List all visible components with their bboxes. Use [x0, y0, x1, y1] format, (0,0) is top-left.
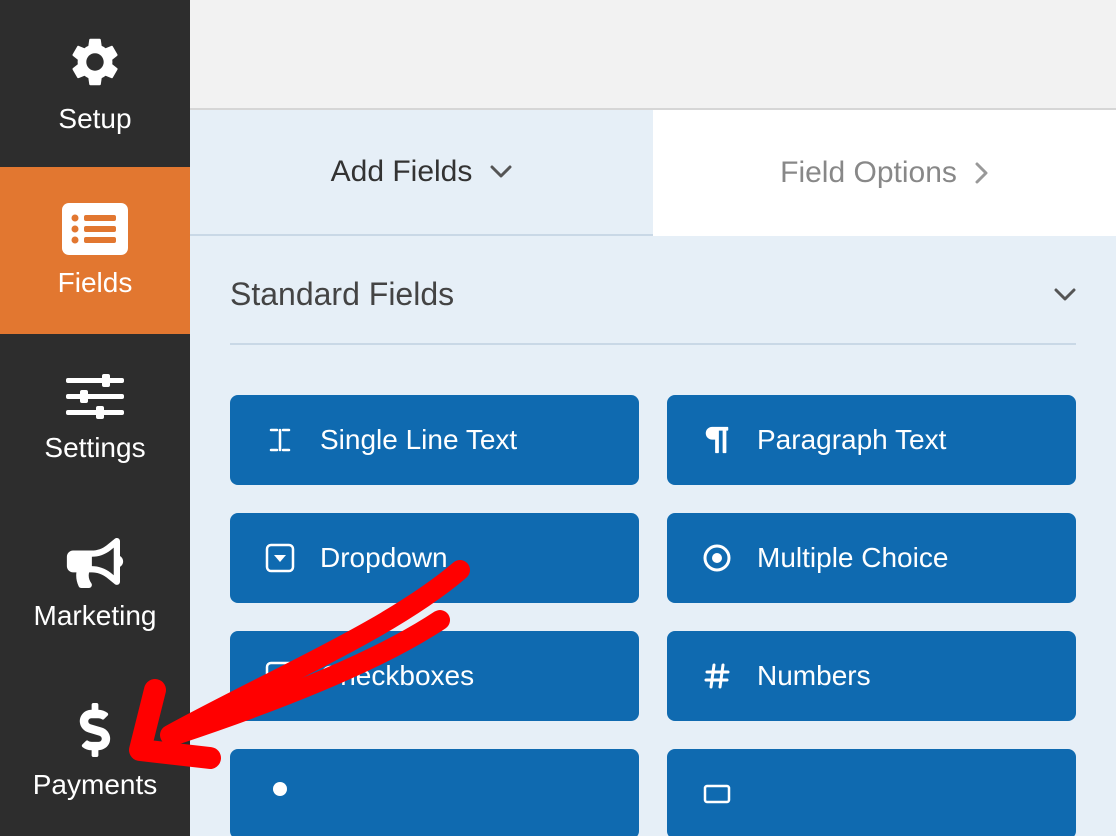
tab-label: Field Options — [780, 156, 957, 190]
field-label: Numbers — [757, 660, 871, 692]
sidebar-item-label: Settings — [44, 432, 145, 464]
sidebar-item-payments[interactable]: Payments — [0, 669, 190, 836]
sidebar-item-settings[interactable]: Settings — [0, 334, 190, 501]
dropdown-icon — [264, 543, 296, 573]
field-label: Dropdown — [320, 542, 448, 574]
section-title: Standard Fields — [230, 276, 454, 313]
sliders-icon — [66, 372, 124, 420]
field-partial-1[interactable] — [230, 749, 639, 836]
field-numbers[interactable]: Numbers — [667, 631, 1076, 721]
paragraph-icon — [701, 425, 733, 455]
field-label: Paragraph Text — [757, 424, 946, 456]
list-icon — [62, 203, 128, 255]
chevron-down-icon — [490, 165, 512, 179]
radio-icon — [701, 543, 733, 573]
tab-label: Add Fields — [331, 155, 473, 189]
chevron-right-icon — [975, 162, 989, 184]
fields-panel: Standard Fields Single Line Text Parag — [190, 236, 1116, 836]
unknown-icon — [701, 779, 733, 809]
dollar-icon — [78, 703, 112, 757]
field-dropdown[interactable]: Dropdown — [230, 513, 639, 603]
field-label: Single Line Text — [320, 424, 517, 456]
chevron-down-icon — [1054, 288, 1076, 302]
sidebar-item-setup[interactable]: Setup — [0, 0, 190, 167]
sidebar-item-label: Marketing — [34, 600, 157, 632]
content-area: Add Fields Field Options Standard Fields — [190, 0, 1116, 836]
top-bar — [190, 0, 1116, 110]
tab-add-fields[interactable]: Add Fields — [190, 110, 653, 236]
sidebar-item-fields[interactable]: Fields — [0, 167, 190, 334]
sidebar-item-label: Fields — [58, 267, 133, 299]
text-cursor-icon — [264, 425, 296, 455]
section-header-standard-fields[interactable]: Standard Fields — [230, 276, 1076, 345]
checkbox-icon — [264, 661, 296, 691]
field-paragraph-text[interactable]: Paragraph Text — [667, 395, 1076, 485]
tabs: Add Fields Field Options — [190, 110, 1116, 236]
field-multiple-choice[interactable]: Multiple Choice — [667, 513, 1076, 603]
sidebar-item-marketing[interactable]: Marketing — [0, 502, 190, 669]
bullhorn-icon — [66, 538, 124, 588]
gear-icon — [66, 33, 124, 91]
sidebar-item-label: Setup — [58, 103, 131, 135]
field-label: Multiple Choice — [757, 542, 948, 574]
field-partial-2[interactable] — [667, 749, 1076, 836]
sidebar-item-label: Payments — [33, 769, 158, 801]
unknown-icon — [264, 779, 296, 809]
field-single-line-text[interactable]: Single Line Text — [230, 395, 639, 485]
tab-field-options[interactable]: Field Options — [653, 110, 1116, 236]
field-checkboxes[interactable]: Checkboxes — [230, 631, 639, 721]
sidebar: Setup Fields Settings Marketing Payments — [0, 0, 190, 836]
field-grid: Single Line Text Paragraph Text Dropdown — [230, 395, 1076, 836]
hash-icon — [701, 661, 733, 691]
field-label: Checkboxes — [320, 660, 474, 692]
